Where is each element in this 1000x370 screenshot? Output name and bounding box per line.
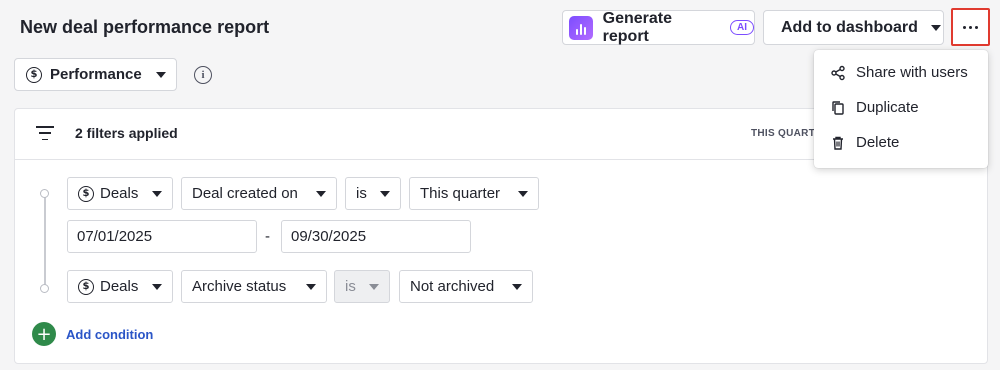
view-select[interactable]: $ Performance [14, 58, 177, 91]
chevron-down-icon [930, 24, 941, 31]
chevron-down-icon [512, 283, 522, 290]
condition-entity-label: Deals [100, 185, 139, 202]
chevron-down-icon [152, 190, 162, 197]
date-from-input[interactable]: 07/01/2025 [67, 220, 257, 253]
trash-icon [833, 136, 843, 150]
condition-node [40, 284, 49, 293]
ai-badge: AI [730, 20, 754, 35]
condition-value-select[interactable]: This quarter [409, 177, 539, 210]
chevron-down-icon [316, 190, 326, 197]
filter-icon [36, 126, 54, 141]
duplicate-icon [832, 100, 844, 115]
chevron-down-icon [155, 71, 166, 78]
add-to-dashboard-label: Add to dashboard [781, 18, 918, 36]
condition-entity-select[interactable]: $ Deals [67, 177, 173, 210]
chevron-down-icon [152, 283, 162, 290]
page-title: New deal performance report [20, 17, 270, 37]
more-options-button[interactable] [951, 8, 990, 46]
add-condition-icon[interactable]: + [32, 322, 56, 346]
condition-operator-label: is [356, 185, 367, 202]
condition-field-select[interactable]: Archive status [181, 270, 327, 303]
menu-item-delete[interactable]: Delete [814, 125, 988, 160]
info-icon[interactable]: i [194, 66, 212, 84]
generate-report-label: Generate report [602, 9, 673, 45]
share-icon [831, 65, 845, 80]
menu-item-share[interactable]: Share with users [814, 55, 988, 90]
more-options-menu: Share with users Duplicate Delete [814, 50, 988, 168]
menu-item-label: Share with users [856, 64, 968, 81]
menu-item-label: Duplicate [856, 99, 919, 116]
currency-icon: $ [78, 278, 94, 295]
condition-tree-line [44, 196, 46, 290]
chevron-down-icon [380, 190, 390, 197]
range-separator: - [265, 228, 270, 245]
condition-node [40, 189, 49, 198]
add-condition-link[interactable]: Add condition [66, 327, 153, 342]
condition-field-select[interactable]: Deal created on [181, 177, 337, 210]
generate-report-button[interactable]: Generate report AI [562, 10, 755, 45]
condition-entity-select[interactable]: $ Deals [67, 270, 173, 303]
date-to-input[interactable]: 09/30/2025 [281, 220, 471, 253]
menu-item-label: Delete [856, 134, 900, 151]
condition-field-label: Deal created on [192, 185, 298, 202]
view-select-label: Performance [50, 66, 142, 83]
menu-item-duplicate[interactable]: Duplicate [814, 90, 988, 125]
condition-entity-label: Deals [100, 278, 139, 295]
filters-summary: 2 filters applied [75, 125, 178, 141]
condition-operator-select[interactable]: is [345, 177, 401, 210]
condition-operator-select: is [334, 270, 390, 303]
currency-icon: $ [26, 66, 42, 83]
add-to-dashboard-button[interactable]: Add to dashboard [763, 10, 944, 45]
report-chart-icon [569, 15, 593, 40]
chevron-down-icon [518, 190, 528, 197]
condition-value-label: This quarter [420, 185, 501, 202]
chevron-down-icon [306, 283, 316, 290]
condition-value-label: Not archived [410, 278, 495, 295]
more-icon [963, 25, 978, 29]
condition-field-label: Archive status [192, 278, 287, 295]
condition-value-select[interactable]: Not archived [399, 270, 533, 303]
currency-icon: $ [78, 185, 94, 202]
chevron-down-icon [369, 283, 379, 290]
condition-operator-label: is [345, 278, 356, 295]
